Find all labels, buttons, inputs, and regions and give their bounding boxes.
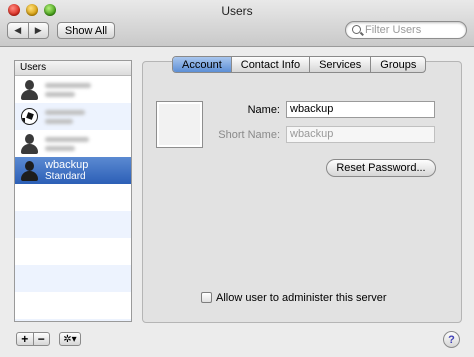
name-field[interactable]: wbackup	[286, 101, 435, 118]
empty-list-row	[15, 292, 131, 319]
add-remove-control: + −	[16, 332, 50, 346]
back-arrow-icon[interactable]: ◀	[8, 23, 29, 38]
tab-account[interactable]: Account	[173, 57, 231, 72]
user-row[interactable]	[15, 76, 131, 103]
tab-contact-info[interactable]: Contact Info	[230, 57, 309, 72]
tab-services[interactable]: Services	[309, 57, 370, 72]
help-button[interactable]: ?	[443, 331, 460, 348]
empty-list-row	[15, 211, 131, 238]
users-list[interactable]: Users wbackup Standard	[14, 60, 132, 322]
short-name-field: wbackup	[286, 126, 435, 143]
forward-arrow-icon[interactable]: ▶	[29, 23, 49, 38]
tab-bar: Account Contact Info Services Groups	[172, 56, 427, 73]
short-name-label: Short Name:	[218, 129, 280, 141]
empty-list-row	[15, 238, 131, 265]
show-all-button[interactable]: Show All	[57, 22, 115, 39]
action-gear-button[interactable]: ✲▾	[59, 332, 81, 346]
window-title: Users	[221, 4, 253, 18]
back-forward-control: ◀ ▶	[7, 22, 49, 39]
title-bar: Users ◀ ▶ Show All	[0, 0, 474, 47]
person-icon	[19, 133, 40, 154]
person-icon	[19, 160, 40, 181]
tab-groups[interactable]: Groups	[370, 57, 425, 72]
reset-password-button[interactable]: Reset Password...	[326, 159, 436, 177]
users-list-header: Users	[15, 61, 131, 76]
user-type: Standard	[45, 171, 86, 182]
empty-list-row	[15, 184, 131, 211]
user-name: wbackup	[45, 159, 89, 171]
remove-user-button[interactable]: −	[34, 333, 50, 345]
name-label: Name:	[247, 104, 280, 116]
user-row[interactable]	[15, 103, 131, 130]
empty-list-row	[15, 319, 131, 321]
search-field[interactable]	[345, 21, 467, 39]
users-window: Users ◀ ▶ Show All Users	[0, 0, 474, 357]
search-icon	[352, 25, 361, 34]
add-user-button[interactable]: +	[17, 333, 34, 345]
soccer-ball-icon	[19, 106, 40, 127]
user-row[interactable]	[15, 130, 131, 157]
filter-users-input[interactable]	[365, 23, 461, 37]
user-row-selected[interactable]: wbackup Standard	[15, 157, 131, 184]
empty-list-row	[15, 265, 131, 292]
admin-checkbox[interactable]	[201, 292, 212, 303]
admin-checkbox-label[interactable]: Allow user to administer this server	[216, 292, 387, 304]
person-icon	[19, 79, 40, 100]
